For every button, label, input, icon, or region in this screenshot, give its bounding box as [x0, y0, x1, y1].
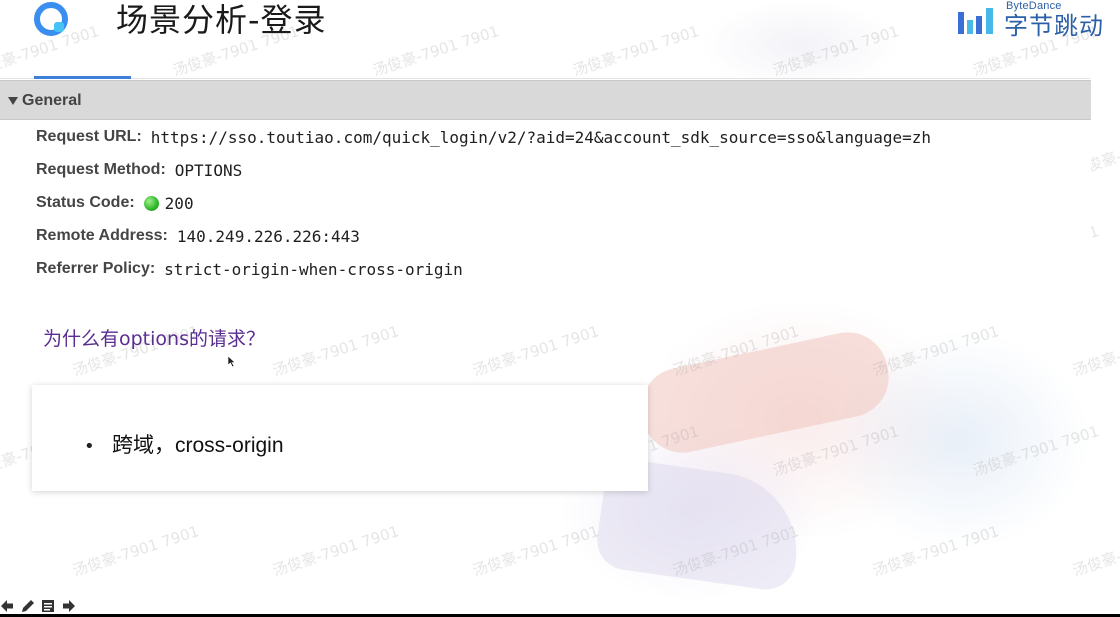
request-method-value: OPTIONS	[174, 160, 243, 180]
slideshow-toolbar	[0, 597, 76, 615]
question-text: 为什么有options的请求？	[43, 328, 265, 350]
bullet-icon: •	[84, 436, 95, 457]
next-arrow-icon[interactable]	[60, 598, 76, 614]
general-section-label: General	[22, 92, 82, 109]
watermark-text: 汤俊豪-7901 7901	[0, 520, 2, 581]
request-method-key: Request Method:	[36, 161, 166, 178]
referrer-policy-row: Referrer Policy: strict-origin-when-cros…	[36, 257, 463, 281]
brand-name-latin: ByteDance	[1006, 0, 1062, 12]
prev-arrow-icon[interactable]	[0, 598, 16, 614]
status-ok-icon	[143, 195, 159, 211]
collapse-triangle-icon[interactable]	[8, 97, 18, 105]
referrer-policy-value: strict-origin-when-cross-origin	[164, 259, 463, 279]
status-code-value: 200	[164, 193, 194, 213]
page-title: 场景分析-登录	[116, 1, 327, 39]
remote-address-value: 140.249.226.226:443	[176, 226, 360, 246]
bytedance-logo-icon	[958, 8, 993, 34]
pen-icon[interactable]	[20, 598, 36, 614]
watermark-text: 汤俊豪-7901 7901	[0, 320, 2, 381]
remote-address-key: Remote Address:	[36, 227, 168, 244]
watermark-text: 汤俊豪-7901 7901	[270, 522, 402, 580]
watermark-text: 汤俊豪-7901 7901	[470, 322, 602, 380]
request-method-row: Request Method: OPTIONS	[36, 158, 242, 182]
remote-address-row: Remote Address: 140.249.226.226:443	[36, 224, 360, 248]
background-blob	[700, 0, 900, 90]
brand: ByteDance 字节跳动	[958, 0, 1108, 40]
brand-name-chinese: 字节跳动	[1004, 12, 1104, 40]
watermark-text: 汤俊豪-7901 7901	[370, 22, 502, 80]
watermark-text: 汤俊豪-7901 7901	[1070, 322, 1120, 380]
title-divider	[0, 78, 1090, 79]
status-code-key: Status Code:	[36, 194, 135, 211]
app-logo-icon	[34, 2, 68, 36]
watermark-text: 汤俊豪-7901 7901	[570, 22, 702, 80]
answer-text: 跨域，cross-origin	[112, 434, 284, 457]
request-url-value: https://sso.toutiao.com/quick_login/v2/?…	[150, 127, 932, 147]
slides-icon[interactable]	[40, 598, 56, 614]
mouse-cursor-icon	[228, 356, 236, 368]
watermark-text: 汤俊豪-7901 7901	[1070, 522, 1120, 580]
watermark-text: 汤俊豪-7901 7901	[70, 522, 202, 580]
request-url-row: Request URL: https://sso.toutiao.com/qui…	[36, 125, 931, 149]
devtools-general-panel: General Request URL: https://sso.toutiao…	[0, 80, 1091, 293]
referrer-policy-key: Referrer Policy:	[36, 260, 156, 277]
watermark-text: 汤俊豪-7901 7901	[270, 322, 402, 380]
general-section-header[interactable]: General	[0, 80, 1091, 120]
title-accent-bar	[34, 76, 131, 79]
request-url-key: Request URL:	[36, 128, 142, 145]
status-code-row: Status Code: 200	[36, 191, 194, 215]
